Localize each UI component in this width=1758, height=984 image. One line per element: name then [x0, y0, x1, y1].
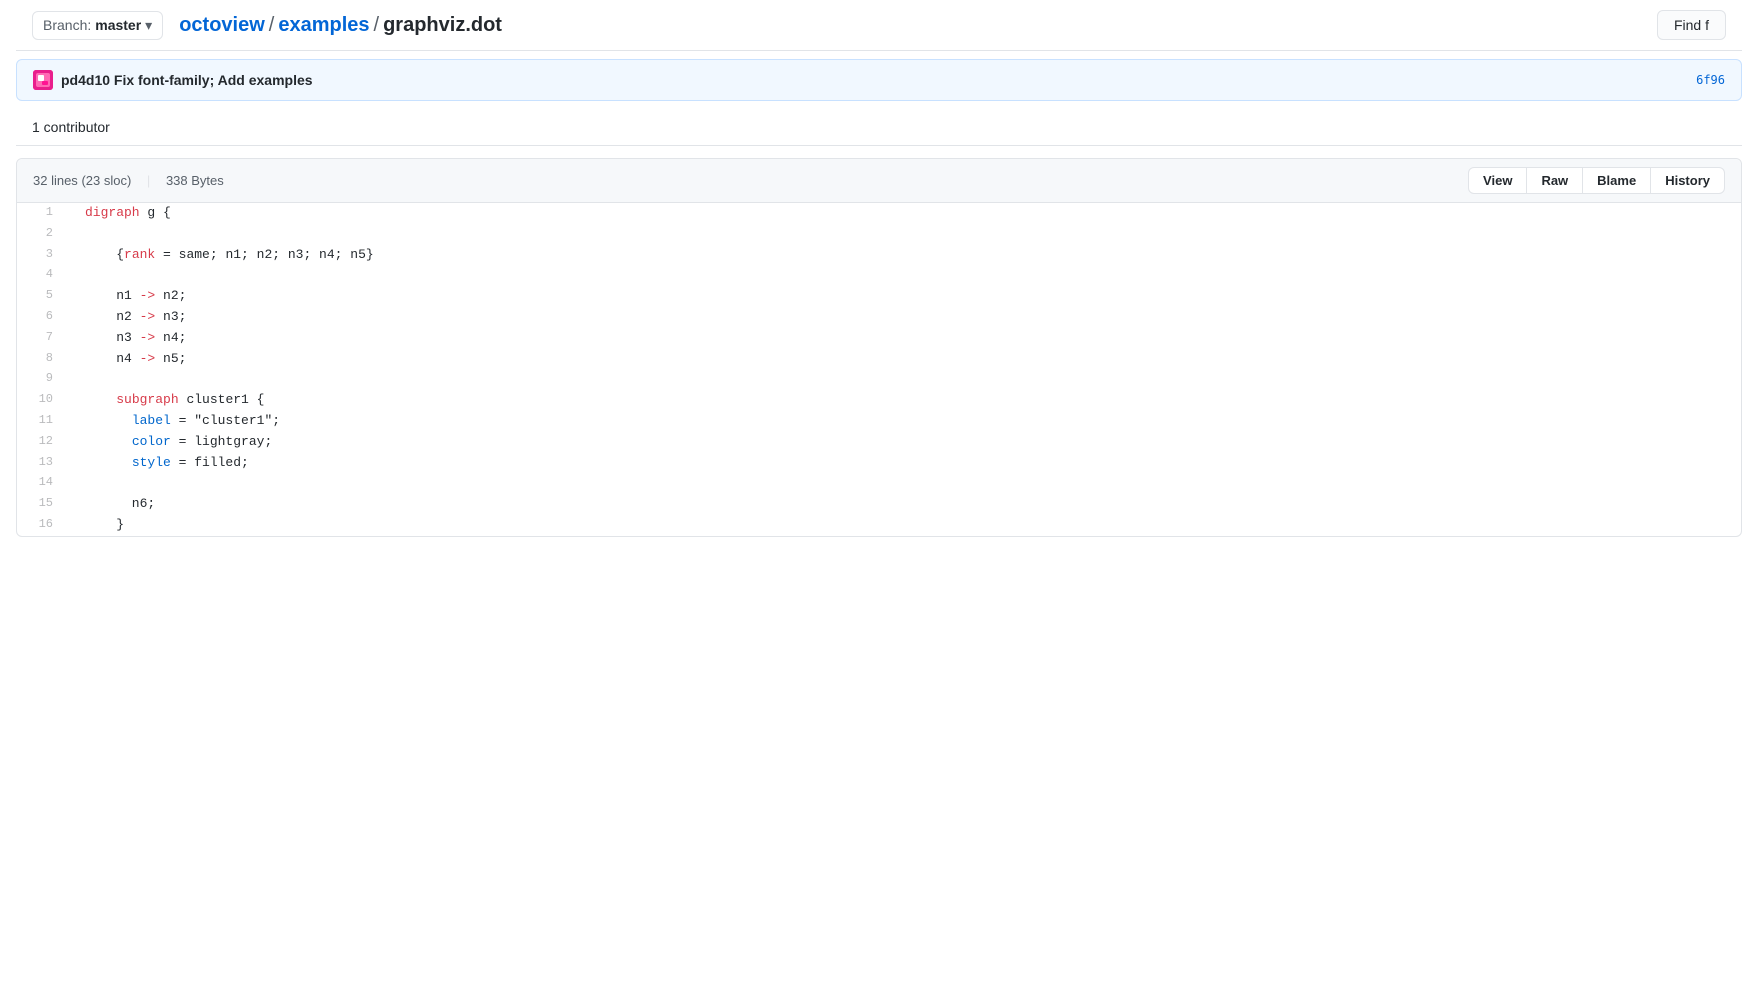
breadcrumb: octoview / examples / graphviz.dot — [179, 14, 1657, 37]
line-number: 4 — [17, 265, 69, 284]
code-line: 10 subgraph cluster1 { — [17, 390, 1741, 411]
line-number: 12 — [17, 432, 69, 451]
code-line: 11 label = "cluster1"; — [17, 411, 1741, 432]
avatar — [33, 70, 53, 90]
line-number: 11 — [17, 411, 69, 430]
code-line: 13 style = filled; — [17, 453, 1741, 474]
blame-button[interactable]: Blame — [1583, 167, 1651, 194]
line-number: 13 — [17, 453, 69, 472]
line-number: 5 — [17, 286, 69, 305]
line-content — [69, 473, 1741, 494]
raw-button[interactable]: Raw — [1527, 167, 1583, 194]
commit-hash[interactable]: 6f96 — [1696, 73, 1725, 87]
code-line: 12 color = lightgray; — [17, 432, 1741, 453]
branch-selector[interactable]: Branch: master ▾ — [32, 11, 163, 40]
line-content: n6; — [69, 494, 1741, 515]
line-content: {rank = same; n1; n2; n3; n4; n5} — [69, 245, 1741, 266]
code-line: 2 — [17, 224, 1741, 245]
code-line: 14 — [17, 473, 1741, 494]
branch-name: master — [95, 17, 141, 33]
breadcrumb-separator-1: / — [269, 14, 275, 37]
avatar-icon — [33, 70, 53, 90]
code-line: 1digraph g { — [17, 203, 1741, 224]
line-number: 14 — [17, 473, 69, 492]
commit-author-abbr: pd4d10 — [61, 72, 110, 88]
line-number: 1 — [17, 203, 69, 222]
commit-message-text: Fix font-family; Add examples — [114, 72, 313, 88]
commit-author: pd4d10 Fix font-family; Add examples — [61, 72, 313, 88]
line-content: n3 -> n4; — [69, 328, 1741, 349]
line-number: 7 — [17, 328, 69, 347]
commit-row: pd4d10 Fix font-family; Add examples 6f9… — [17, 60, 1741, 100]
find-file-button[interactable]: Find f — [1657, 10, 1726, 40]
line-number: 10 — [17, 390, 69, 409]
code-line: 15 n6; — [17, 494, 1741, 515]
line-number: 9 — [17, 369, 69, 388]
file-sloc: (23 sloc) — [81, 173, 131, 188]
line-content: style = filled; — [69, 453, 1741, 474]
breadcrumb-folder-link[interactable]: examples — [278, 14, 369, 37]
line-content — [69, 224, 1741, 245]
line-number: 2 — [17, 224, 69, 243]
code-line: 8 n4 -> n5; — [17, 349, 1741, 370]
code-line: 3 {rank = same; n1; n2; n3; n4; n5} — [17, 245, 1741, 266]
breadcrumb-repo-link[interactable]: octoview — [179, 14, 265, 37]
file-header: 32 lines (23 sloc) | 338 Bytes View Raw … — [17, 159, 1741, 203]
line-number: 8 — [17, 349, 69, 368]
line-content: n1 -> n2; — [69, 286, 1741, 307]
view-button[interactable]: View — [1468, 167, 1527, 194]
breadcrumb-filename: graphviz.dot — [383, 14, 502, 37]
line-content: color = lightgray; — [69, 432, 1741, 453]
file-info-separator: | — [147, 173, 150, 188]
file-view-buttons: View Raw Blame History — [1468, 167, 1725, 194]
line-number: 16 — [17, 515, 69, 534]
code-line: 16 } — [17, 515, 1741, 536]
code-line: 9 — [17, 369, 1741, 390]
commit-section: pd4d10 Fix font-family; Add examples 6f9… — [16, 59, 1742, 101]
line-content: digraph g { — [69, 203, 1741, 224]
line-content: label = "cluster1"; — [69, 411, 1741, 432]
line-content: } — [69, 515, 1741, 536]
breadcrumb-separator-2: / — [374, 14, 380, 37]
chevron-down-icon: ▾ — [145, 17, 152, 34]
history-button[interactable]: History — [1651, 167, 1725, 194]
code-line: 7 n3 -> n4; — [17, 328, 1741, 349]
line-content — [69, 369, 1741, 390]
branch-label: Branch: — [43, 17, 91, 33]
line-number: 3 — [17, 245, 69, 264]
code-line: 4 — [17, 265, 1741, 286]
line-content: subgraph cluster1 { — [69, 390, 1741, 411]
code-line: 5 n1 -> n2; — [17, 286, 1741, 307]
top-bar: Branch: master ▾ octoview / examples / g… — [16, 0, 1742, 51]
code-body: 1digraph g {2 3 {rank = same; n1; n2; n3… — [17, 203, 1741, 536]
code-line: 6 n2 -> n3; — [17, 307, 1741, 328]
line-content: n4 -> n5; — [69, 349, 1741, 370]
file-info: 32 lines (23 sloc) | 338 Bytes — [33, 173, 1468, 188]
line-content — [69, 265, 1741, 286]
file-bytes: 338 Bytes — [166, 173, 224, 188]
contributor-count: 1 contributor — [32, 119, 110, 135]
file-view-container: 32 lines (23 sloc) | 338 Bytes View Raw … — [16, 158, 1742, 537]
line-content: n2 -> n3; — [69, 307, 1741, 328]
line-number: 6 — [17, 307, 69, 326]
line-number: 15 — [17, 494, 69, 513]
file-lines: 32 lines — [33, 173, 78, 188]
contributor-bar: 1 contributor — [16, 109, 1742, 146]
